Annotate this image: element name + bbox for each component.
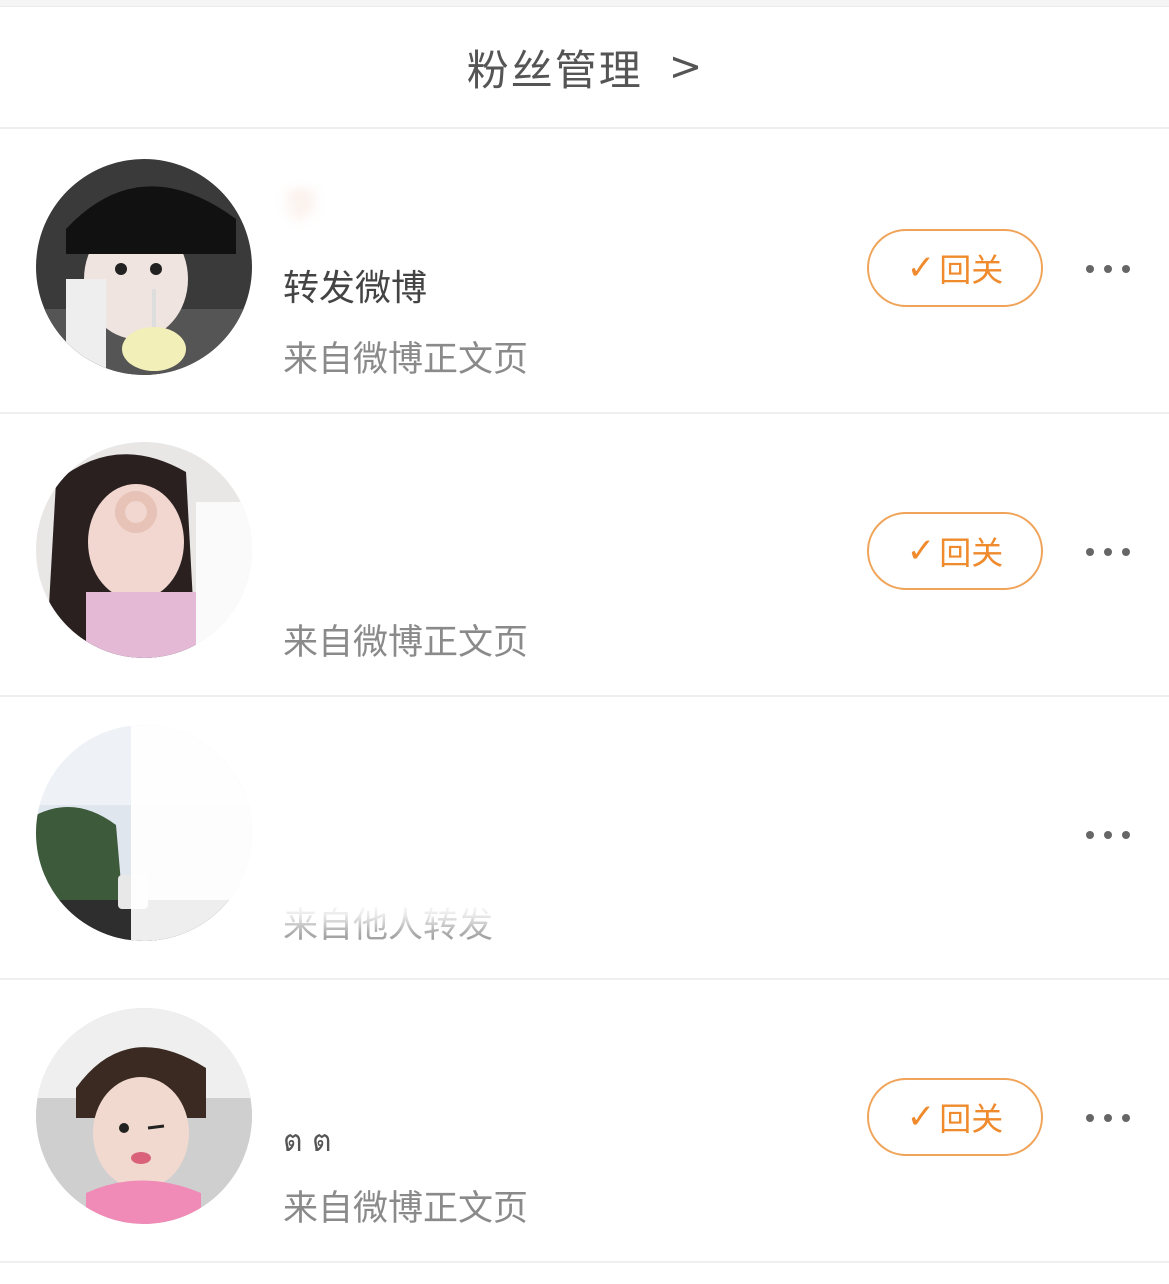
avatar[interactable] xyxy=(36,159,252,375)
avatar[interactable] xyxy=(36,1008,252,1224)
more-options-icon[interactable] xyxy=(1086,263,1130,275)
check-icon: ✓ xyxy=(906,531,936,571)
avatar[interactable] xyxy=(36,725,252,941)
fan-list-item[interactable]: ต ต 来自微博正文页 ✓ 回关 xyxy=(0,978,1169,1263)
fans-management-header[interactable]: 粉丝管理 > xyxy=(0,7,1169,129)
check-icon: ✓ xyxy=(906,248,936,288)
page-title: 粉丝管理 xyxy=(466,45,643,95)
source-text: 来自微博正文页 xyxy=(283,1189,529,1229)
follow-back-label: 回关 xyxy=(939,534,1004,572)
source-text: 来自微博正文页 xyxy=(283,623,529,663)
source-text: 来自微博正文页 xyxy=(283,340,529,380)
action-text: 转发微博 xyxy=(283,268,428,309)
check-icon: ✓ xyxy=(906,1097,936,1137)
fan-list-item[interactable]: 李 转发微博 来自微博正文页 ✓ 回关 xyxy=(0,129,1169,414)
privacy-mask xyxy=(270,715,870,925)
follow-back-label: 回关 xyxy=(939,1100,1004,1138)
chevron-right-icon: > xyxy=(668,44,703,90)
fan-list-item[interactable]: 来自微博正文页 ✓ 回关 xyxy=(0,412,1169,697)
follow-back-button[interactable]: ✓ 回关 xyxy=(867,512,1043,590)
follow-back-button[interactable]: ✓ 回关 xyxy=(867,229,1043,307)
follow-back-button[interactable]: ✓ 回关 xyxy=(867,1078,1043,1156)
more-options-icon[interactable] xyxy=(1086,546,1130,558)
top-edge xyxy=(0,0,1169,7)
action-text: ต ต xyxy=(283,1124,332,1159)
avatar[interactable] xyxy=(36,442,252,658)
fan-list-item[interactable]: 来自他人转发 xyxy=(0,695,1169,980)
more-options-icon[interactable] xyxy=(1086,1112,1130,1124)
more-options-icon[interactable] xyxy=(1086,829,1130,841)
follow-back-label: 回关 xyxy=(939,251,1004,289)
username[interactable]: 李 xyxy=(283,177,319,229)
